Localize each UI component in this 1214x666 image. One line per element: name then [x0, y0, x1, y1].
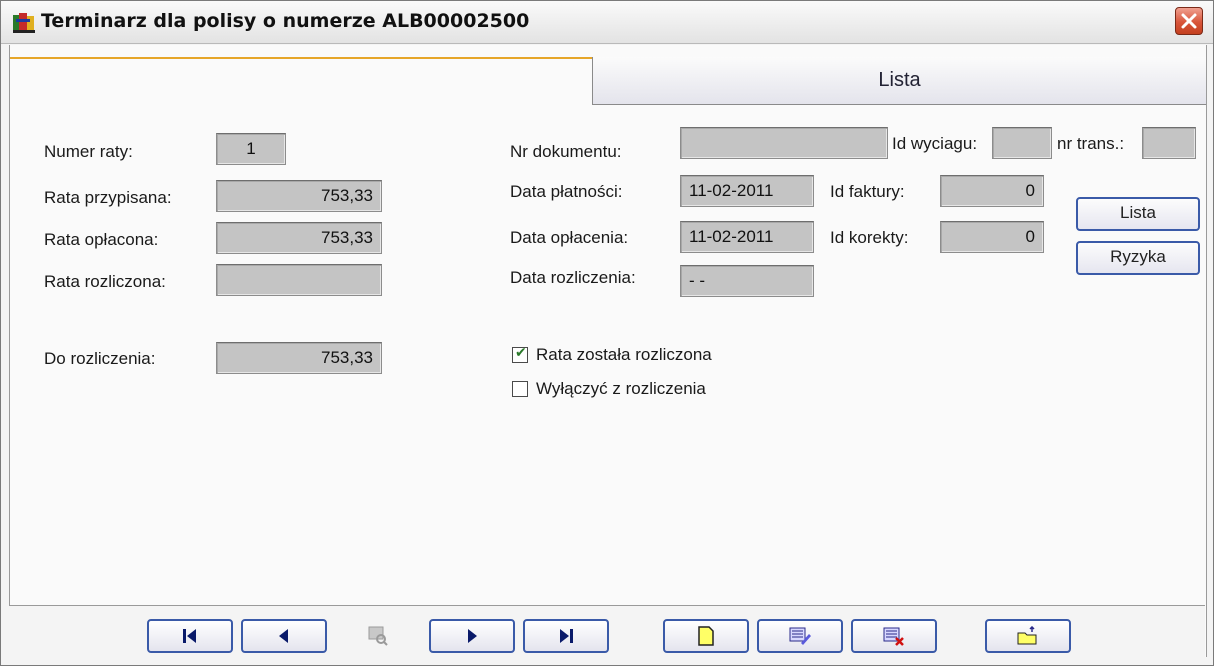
data-oplacenia-label: Data opłacenia:: [510, 228, 629, 247]
open-folder-icon: [1017, 626, 1037, 645]
tab-lista[interactable]: Lista: [592, 57, 1206, 105]
id-faktury-field[interactable]: 0: [940, 175, 1044, 207]
record-toolbar: [9, 605, 1205, 658]
close-icon: [1181, 13, 1197, 29]
nr-trans-label: nr trans.:: [1057, 134, 1125, 153]
wylaczyc-checkbox[interactable]: [512, 381, 528, 397]
rata-rozliczona-label: Rata rozliczona:: [44, 272, 166, 291]
data-platnosci-label: Data płatności:: [510, 182, 623, 201]
rata-przypisana-field[interactable]: 753,33: [216, 180, 382, 212]
last-record-icon: [560, 629, 573, 643]
id-wyciagu-label: Id wyciagu:: [892, 134, 978, 153]
new-record-icon: [698, 626, 714, 646]
edit-record-button[interactable]: [757, 619, 843, 653]
first-record-button[interactable]: [147, 619, 233, 653]
nr-dokumentu-label: Nr dokumentu:: [510, 142, 622, 161]
rata-rozliczona-checkbox[interactable]: ✔: [512, 345, 528, 363]
window: Terminarz dla polisy o numerze ALB000025…: [0, 0, 1214, 666]
nr-trans-field[interactable]: [1142, 127, 1196, 159]
delete-record-button[interactable]: [851, 619, 937, 653]
do-rozliczenia-field[interactable]: 753,33: [216, 342, 382, 374]
new-record-button[interactable]: [663, 619, 749, 653]
app-icon: [13, 13, 35, 33]
title-bar[interactable]: Terminarz dla polisy o numerze ALB000025…: [1, 1, 1213, 44]
data-oplacenia-field[interactable]: 11-02-2011: [680, 221, 814, 253]
find-icon: [368, 626, 388, 646]
close-button[interactable]: [1175, 7, 1203, 35]
next-record-button[interactable]: [429, 619, 515, 653]
last-record-button[interactable]: [523, 619, 609, 653]
rata-oplacona-label: Rata opłacona:: [44, 230, 159, 249]
rata-rozliczona-checkbox-label[interactable]: Rata została rozliczona: [536, 345, 712, 365]
id-faktury-label: Id faktury:: [830, 182, 905, 201]
previous-record-button[interactable]: [241, 619, 327, 653]
rata-oplacona-field[interactable]: 753,33: [216, 222, 382, 254]
id-korekty-field[interactable]: 0: [940, 221, 1044, 253]
previous-record-icon: [279, 629, 288, 643]
rata-przypisana-label: Rata przypisana:: [44, 188, 172, 207]
tab-strip-line: [10, 57, 592, 59]
checkmark-icon: ✔: [515, 345, 527, 361]
id-wyciagu-field[interactable]: [992, 127, 1052, 159]
ryzyka-button[interactable]: Ryzyka: [1076, 241, 1200, 275]
find-button[interactable]: [335, 619, 421, 653]
first-record-icon: [183, 629, 196, 643]
wylaczyc-checkbox-label[interactable]: Wyłączyć z rozliczenia: [536, 379, 706, 399]
data-rozliczenia-field[interactable]: - -: [680, 265, 814, 297]
next-record-icon: [468, 629, 477, 643]
nr-dokumentu-field[interactable]: [680, 127, 888, 159]
lista-button[interactable]: Lista: [1076, 197, 1200, 231]
delete-record-icon: [883, 627, 904, 646]
form-area: Lista Numer raty: 1 Rata przypisana: 753…: [9, 45, 1207, 657]
id-korekty-label: Id korekty:: [830, 228, 909, 247]
open-folder-button[interactable]: [985, 619, 1071, 653]
data-platnosci-field[interactable]: 11-02-2011: [680, 175, 814, 207]
data-rozliczenia-label: Data rozliczenia:: [510, 268, 636, 287]
do-rozliczenia-label: Do rozliczenia:: [44, 349, 156, 368]
rata-rozliczona-field[interactable]: [216, 264, 382, 296]
edit-record-icon: [789, 627, 811, 645]
numer-raty-label: Numer raty:: [44, 142, 133, 161]
window-title: Terminarz dla polisy o numerze ALB000025…: [41, 10, 530, 32]
numer-raty-field[interactable]: 1: [216, 133, 286, 165]
